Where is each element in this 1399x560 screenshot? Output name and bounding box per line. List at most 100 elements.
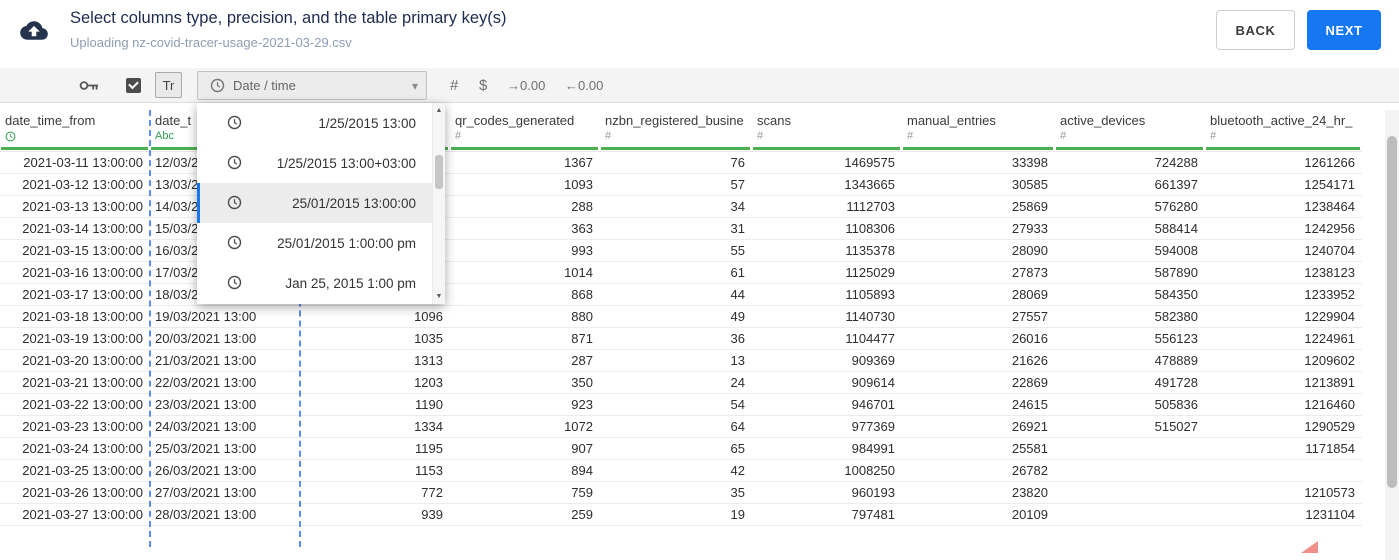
text-type-button[interactable]: Tr: [155, 72, 182, 98]
table-cell: 661397: [1154, 177, 1198, 192]
format-option[interactable]: 25/01/2015 13:00:00: [197, 183, 432, 223]
table-cell: 1035: [414, 331, 443, 346]
column-name: qr_codes_generated: [455, 113, 575, 128]
next-button[interactable]: NEXT: [1307, 10, 1381, 50]
table-cell: 27/03/2021 13:00: [155, 485, 257, 500]
table-cell: 2021-03-13 13:00:00: [22, 199, 143, 214]
table-cell: 576280: [1154, 199, 1198, 214]
table-cell: 22/03/2021 13:00: [155, 375, 257, 390]
table-vertical-scrollbar[interactable]: [1385, 110, 1399, 560]
column-header-active_devices[interactable]: active_devices #: [1055, 110, 1205, 152]
table-cell: 515027: [1154, 419, 1198, 434]
column-header-bluetooth_active_24_hr_[interactable]: bluetooth_active_24_hr_ #: [1205, 110, 1362, 152]
table-cell: 19/03/2021 13:00: [155, 309, 257, 324]
table-cell: 880: [571, 309, 593, 324]
date-format-dropdown: 1/25/2015 13:00 1/25/2015 13:00+03:00 25/0…: [197, 103, 445, 304]
datetime-format-select[interactable]: Date / time ▾: [197, 71, 427, 100]
table-cell: 587890: [1154, 265, 1198, 280]
decrease-decimals-button[interactable]: ←0.00: [565, 68, 603, 103]
column-quality-bar: [1206, 147, 1360, 150]
table-cell: 64: [730, 419, 745, 434]
cloud-upload-icon: [20, 19, 48, 47]
column-type-label: #: [1060, 130, 1067, 142]
page-subtitle: Uploading nz-covid-tracer-usage-2021-03-…: [70, 35, 352, 50]
column-name: scans: [757, 113, 791, 128]
table-cell: 30585: [1011, 177, 1048, 192]
table-cell: 20109: [1011, 507, 1048, 522]
table-cell: [1205, 460, 1362, 481]
table-cell: [1055, 504, 1205, 525]
table-cell: 1203: [414, 375, 443, 390]
table-cell: 2021-03-17 13:00:00: [22, 287, 143, 302]
table-cell: 287: [571, 353, 593, 368]
format-option[interactable]: 1/25/2015 13:00: [197, 103, 432, 143]
table-cell: 44: [730, 287, 745, 302]
table-cell: 25869: [1011, 199, 1048, 214]
table-cell: 26782: [1011, 463, 1048, 478]
primary-key-button[interactable]: [79, 78, 99, 98]
table-cell: 2021-03-25 13:00:00: [22, 463, 143, 478]
currency-type-button[interactable]: $: [479, 68, 487, 103]
table-cell: 1105893: [845, 287, 895, 302]
table-row: 2021-03-24 13:00:00 25/03/2021 13:00 1195 9…: [0, 438, 1362, 460]
table-cell: 491728: [1154, 375, 1198, 390]
table-cell: 894: [571, 463, 593, 478]
table-cell: 2021-03-19 13:00:00: [22, 331, 143, 346]
scroll-down-icon[interactable]: ▼: [433, 293, 445, 300]
table-row: 2021-03-21 13:00:00 22/03/2021 13:00 1203 3…: [0, 372, 1362, 394]
table-cell: 2021-03-20 13:00:00: [22, 353, 143, 368]
table-cell: 478889: [1154, 353, 1198, 368]
scroll-up-icon[interactable]: ▲: [433, 107, 445, 114]
format-option[interactable]: 1/25/2015 13:00+03:00: [197, 143, 432, 183]
table-cell: 25/03/2021 13:00: [155, 441, 257, 456]
table-cell: 1072: [564, 419, 593, 434]
table-cell: 1242956: [1304, 221, 1355, 236]
format-option[interactable]: Jan 25, 2015 1:00 pm: [197, 263, 432, 303]
column-quality-bar: [1, 147, 148, 150]
column-header-manual_entries[interactable]: manual_entries #: [902, 110, 1055, 152]
page-title: Select columns type, precision, and the …: [70, 9, 507, 27]
column-header-scans[interactable]: scans #: [752, 110, 902, 152]
column-name: manual_entries: [907, 113, 996, 128]
table-cell: 868: [571, 287, 593, 302]
table-cell: 594008: [1154, 243, 1198, 258]
table-cell: 1195: [415, 441, 443, 456]
table-scrollbar-thumb[interactable]: [1387, 136, 1397, 488]
format-option-label: 25/01/2015 1:00:00 pm: [277, 235, 416, 251]
table-cell: 28/03/2021 13:00: [155, 507, 257, 522]
table-cell: [1055, 460, 1205, 481]
table-cell: 1216460: [1304, 397, 1355, 412]
selected-column-left-boundary: [149, 110, 151, 547]
column-quality-bar: [1056, 147, 1203, 150]
table-cell: 1238123: [1304, 265, 1355, 280]
table-cell: 1238464: [1304, 199, 1355, 214]
column-quality-bar: [601, 147, 750, 150]
dropdown-scrollbar[interactable]: ▲ ▼: [432, 103, 445, 304]
column-header-nzbn_registered_busine[interactable]: nzbn_registered_busine #: [600, 110, 752, 152]
integer-type-button[interactable]: #: [450, 68, 458, 103]
clock-icon: [227, 114, 242, 132]
table-cell: 871: [571, 331, 593, 346]
column-header-qr_codes_generated[interactable]: qr_codes_generated #: [450, 110, 600, 152]
column-header-date_time_from[interactable]: date_time_from: [0, 110, 150, 152]
column-name: date_time_from: [5, 113, 96, 128]
clock-icon: [210, 78, 225, 93]
table-cell: 1140730: [845, 309, 895, 324]
datetime-select-value: Date / time: [233, 78, 296, 93]
table-cell: 25581: [1011, 441, 1048, 456]
table-cell: 23820: [1011, 485, 1048, 500]
column-type-label: #: [1210, 130, 1217, 142]
table-cell: 363: [571, 221, 593, 236]
table-cell: 797481: [851, 507, 895, 522]
table-cell: 55: [730, 243, 745, 258]
key-icon: [79, 81, 98, 90]
table-cell: 2021-03-16 13:00:00: [22, 265, 143, 280]
dropdown-scrollbar-thumb[interactable]: [435, 155, 443, 189]
boolean-type-checkbox[interactable]: [126, 78, 141, 93]
increase-decimals-button[interactable]: →0.00: [507, 68, 545, 103]
back-button[interactable]: BACK: [1216, 10, 1295, 50]
table-cell: 2021-03-14 13:00:00: [22, 221, 143, 236]
table-cell: 2021-03-11 13:00:00: [23, 155, 143, 170]
table-cell: 259: [571, 507, 593, 522]
format-option[interactable]: 25/01/2015 1:00:00 pm: [197, 223, 432, 263]
